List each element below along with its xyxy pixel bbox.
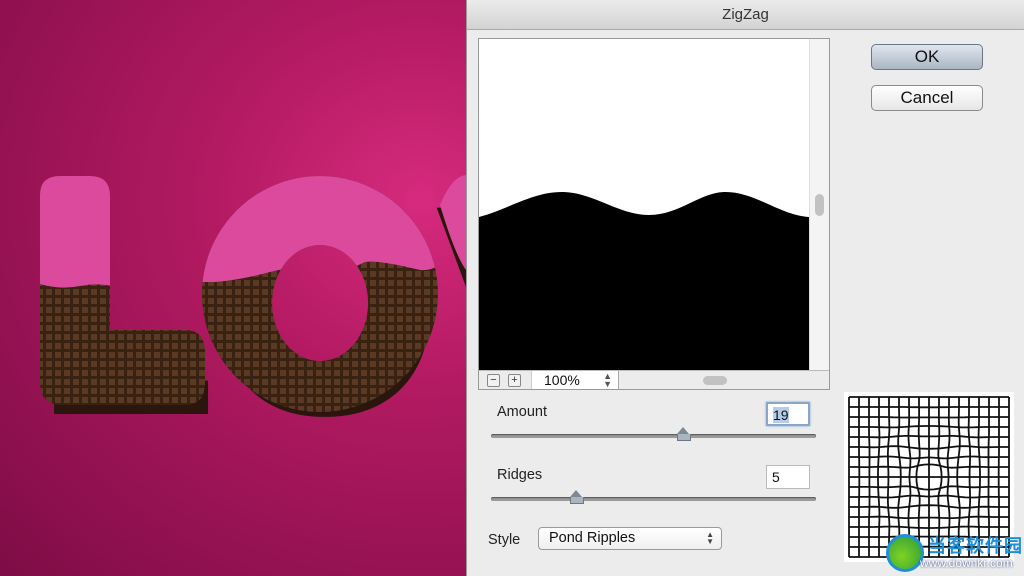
style-select[interactable]: Pond Ripples ▲ ▼ (538, 527, 722, 550)
zoom-in-button[interactable]: + (508, 374, 521, 387)
cancel-button[interactable]: Cancel (871, 85, 983, 111)
style-selected-value: Pond Ripples (549, 530, 636, 546)
ridges-label: Ridges (497, 467, 543, 483)
preview-pane[interactable]: − + 100% ▲ ▼ (478, 38, 830, 390)
watermark: 当客软件园 www.downkr.com (884, 530, 1024, 576)
photoshop-canvas: LOVE (0, 0, 466, 576)
dialog-title: ZigZag (467, 0, 1024, 30)
ridges-input[interactable]: 5 (766, 465, 810, 489)
horizontal-scroll-thumb[interactable] (703, 376, 727, 385)
grid-line (849, 515, 1009, 519)
ok-button[interactable]: OK (871, 44, 983, 70)
zoom-out-button[interactable]: − (487, 374, 500, 387)
preview-vertical-scrollbar[interactable] (809, 39, 829, 371)
love-artwork: LOVE (34, 142, 466, 478)
select-arrows-icon: ▲ ▼ (706, 530, 714, 546)
style-label: Style (488, 532, 521, 548)
watermark-logo (886, 534, 924, 572)
zoom-stepper-icon[interactable]: ▲ ▼ (603, 372, 612, 389)
zigzag-dialog: ZigZag − + 100% ▲ ▼ OK Cancel Amount 19 R… (466, 0, 1024, 576)
amount-label: Amount (497, 404, 547, 420)
amount-value: 19 (773, 407, 789, 423)
zoom-level-field[interactable]: 100% ▲ ▼ (531, 371, 619, 389)
amount-slider[interactable] (491, 427, 816, 441)
ridges-slider[interactable] (491, 490, 816, 504)
preview-toolbar: − + 100% ▲ ▼ (479, 370, 829, 389)
preview-image (479, 191, 809, 371)
zoom-level-value: 100% (544, 372, 580, 388)
vertical-scroll-thumb[interactable] (815, 194, 824, 216)
amount-input[interactable]: 19 (766, 402, 810, 426)
grid-line (849, 494, 1009, 499)
watermark-name: 当客软件园 (928, 536, 1023, 556)
watermark-url: www.downkr.com (920, 556, 1013, 570)
